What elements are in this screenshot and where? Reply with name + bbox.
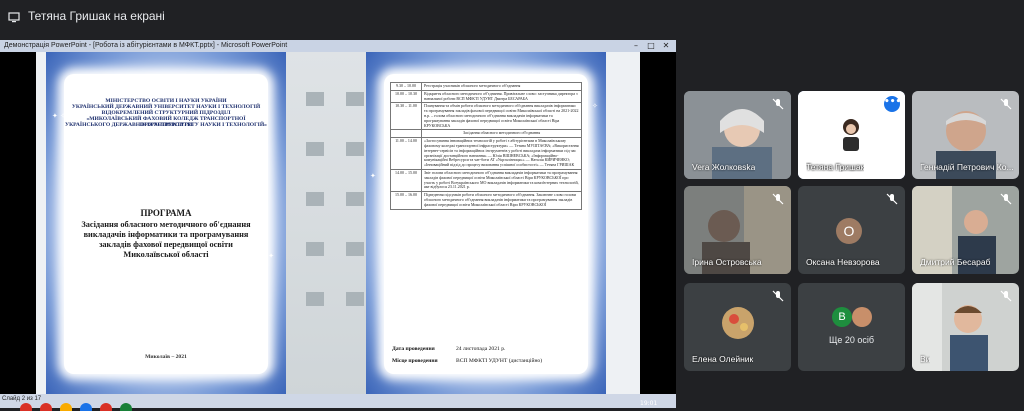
participant-avatar: О bbox=[836, 218, 862, 244]
row-time: 9.30 – 10.00 bbox=[390, 82, 422, 91]
place-value: ВСП МФКТІ УДУНТ (дистанційно) bbox=[456, 358, 543, 364]
table-row: 9.30 – 10.00 Реєстрація учасників обласно… bbox=[390, 82, 582, 91]
participant-name: Геннадій Петрович Ко... bbox=[920, 162, 1014, 172]
date-row: Дата проведення 24 листопада 2021 р. bbox=[392, 346, 505, 352]
participant-tile-self[interactable]: Ви bbox=[912, 283, 1019, 371]
city-year: Миколаїв – 2021 bbox=[145, 354, 187, 360]
maximize-button[interactable]: □ bbox=[645, 41, 657, 51]
row-text: «Застосування інноваційних технологій у … bbox=[421, 137, 582, 170]
cover-content: МІНІСТЕРСТВО ОСВІТИ І НАУКИ УКРАЇНИ УКРА… bbox=[64, 74, 268, 374]
taskbar-app-icon[interactable] bbox=[80, 403, 92, 411]
taskbar-app-icon[interactable] bbox=[40, 403, 52, 411]
presenting-title: Тетяна Гришак на екрані bbox=[28, 9, 165, 23]
more-participants-tile[interactable]: В Ще 20 осіб bbox=[798, 283, 905, 371]
more-avatar: В bbox=[832, 307, 852, 327]
program-schedule-page: ✦ ✧ 9.30 – 10.00 Реєстрація учасників обл… bbox=[366, 52, 606, 395]
close-button[interactable]: ✕ bbox=[660, 41, 672, 51]
participant-name: Оксана Невзорова bbox=[806, 257, 880, 267]
meet-top-bar: Тетяна Гришак на екрані bbox=[0, 0, 1024, 34]
header-line: УКРАЇНСЬКОГО ДЕРЖАВНОГО УНІВЕРСИТЕТУ НАУ… bbox=[65, 122, 267, 128]
participant-tile[interactable]: ••• Тетяна Гришак bbox=[798, 91, 905, 179]
row-time: 14.00 – 15.00 bbox=[390, 168, 422, 193]
participant-tile[interactable]: Дмитрий Бесараб bbox=[912, 186, 1019, 274]
powerpoint-titlebar: Демонстрація PowerPoint - [Робота із абі… bbox=[0, 40, 676, 52]
row-text: Реєстрація учасників обласного методично… bbox=[421, 82, 582, 91]
table-row: 15.00 – 16.00 Підведення підсумків роботи… bbox=[390, 191, 582, 210]
row-text: Звіт голови обласного методичного об'єдн… bbox=[421, 168, 582, 193]
mic-off-icon bbox=[886, 193, 898, 205]
table-row: 14.00 – 15.00 Звіт голови обласного метод… bbox=[390, 168, 582, 193]
participant-name: Елена Олейник bbox=[692, 354, 754, 364]
participant-name: Ірина Островська bbox=[692, 257, 762, 267]
powerpoint-window-title: Демонстрація PowerPoint - [Робота із абі… bbox=[4, 42, 288, 49]
table-row: 10.30 – 11.00 Планування та обмін роботи … bbox=[390, 102, 582, 131]
participant-name: Vera Жолковska bbox=[692, 162, 756, 172]
more-options-button[interactable]: ••• bbox=[884, 96, 901, 112]
schedule-table: 9.30 – 10.00 Реєстрація учасників обласно… bbox=[390, 82, 582, 210]
participant-tile[interactable]: Ірина Островська bbox=[684, 186, 791, 274]
participant-name: Тетяна Гришак bbox=[806, 162, 865, 172]
date-label: Дата проведення bbox=[392, 346, 435, 352]
mic-off-icon bbox=[772, 193, 784, 205]
participant-tile[interactable]: Геннадій Петрович Ко... bbox=[912, 91, 1019, 179]
taskbar-app-icon[interactable] bbox=[20, 403, 32, 411]
mic-off-icon bbox=[1000, 290, 1012, 302]
row-text: Планування та обмін роботи обласного мет… bbox=[421, 102, 582, 131]
row-text: Засідання обласного методичного об'єднан… bbox=[421, 129, 582, 139]
minimize-button[interactable]: – bbox=[630, 41, 642, 51]
slide: ✦ ✧ ✧ ✦ МІНІСТЕРСТВО ОСВІТИ І НАУКИ УКРА… bbox=[36, 52, 640, 395]
participant-name: Ви bbox=[920, 354, 931, 364]
program-title: ПРОГРАМА bbox=[140, 208, 192, 218]
present-screen-icon bbox=[8, 12, 20, 23]
taskbar-app-icon[interactable] bbox=[60, 403, 72, 411]
participant-tile[interactable]: О Оксана Невзорова bbox=[798, 186, 905, 274]
row-text: Підведення підсумків роботи обласного ме… bbox=[421, 191, 582, 210]
place-label: Місце проведення bbox=[392, 358, 438, 364]
row-time: 10.30 – 11.00 bbox=[390, 102, 422, 131]
participant-tile[interactable]: Елена Олейник bbox=[684, 283, 791, 371]
table-row: Засідання обласного методичного об'єднан… bbox=[390, 129, 582, 139]
program-cover-page: ✦ ✧ ✧ ✦ МІНІСТЕРСТВО ОСВІТИ І НАУКИ УКРА… bbox=[46, 52, 286, 395]
participant-name: Дмитрий Бесараб bbox=[920, 257, 991, 267]
schedule-content: 9.30 – 10.00 Реєстрація учасників обласно… bbox=[384, 74, 588, 374]
taskbar-clock: 19:01 bbox=[640, 400, 658, 407]
row-time: 15.00 – 16.00 bbox=[390, 191, 422, 210]
row-text: Відкриття обласного методичного об'єднан… bbox=[421, 89, 582, 104]
mic-off-icon bbox=[772, 98, 784, 110]
participant-tile[interactable]: Vera Жолковska bbox=[684, 91, 791, 179]
taskbar-app-icon[interactable] bbox=[100, 403, 112, 411]
mic-off-icon bbox=[1000, 98, 1012, 110]
taskbar-app-icon[interactable] bbox=[120, 403, 132, 411]
place-row: Місце проведення ВСП МФКТІ УДУНТ (дистанц… bbox=[392, 358, 542, 364]
table-row: 10.00 – 10.30 Відкриття обласного методич… bbox=[390, 89, 582, 104]
mic-off-icon bbox=[772, 290, 784, 302]
mic-off-icon bbox=[1000, 193, 1012, 205]
table-row: 11.00 – 14.00 «Застосування інноваційних … bbox=[390, 137, 582, 170]
program-subtitle: Засідання обласного методичного об'єднан… bbox=[81, 220, 251, 259]
slide-counter: Слайд 2 из 17 bbox=[2, 396, 42, 402]
shared-screen: Демонстрація PowerPoint - [Робота із абі… bbox=[0, 40, 676, 411]
row-time: 11.00 – 14.00 bbox=[390, 137, 422, 170]
row-time: 10.00 – 10.30 bbox=[390, 89, 422, 104]
more-avatar-image bbox=[852, 307, 872, 327]
date-value: 24 листопада 2021 р. bbox=[456, 346, 506, 352]
row-time bbox=[390, 129, 422, 139]
more-participants-label: Ще 20 осіб bbox=[828, 335, 875, 345]
